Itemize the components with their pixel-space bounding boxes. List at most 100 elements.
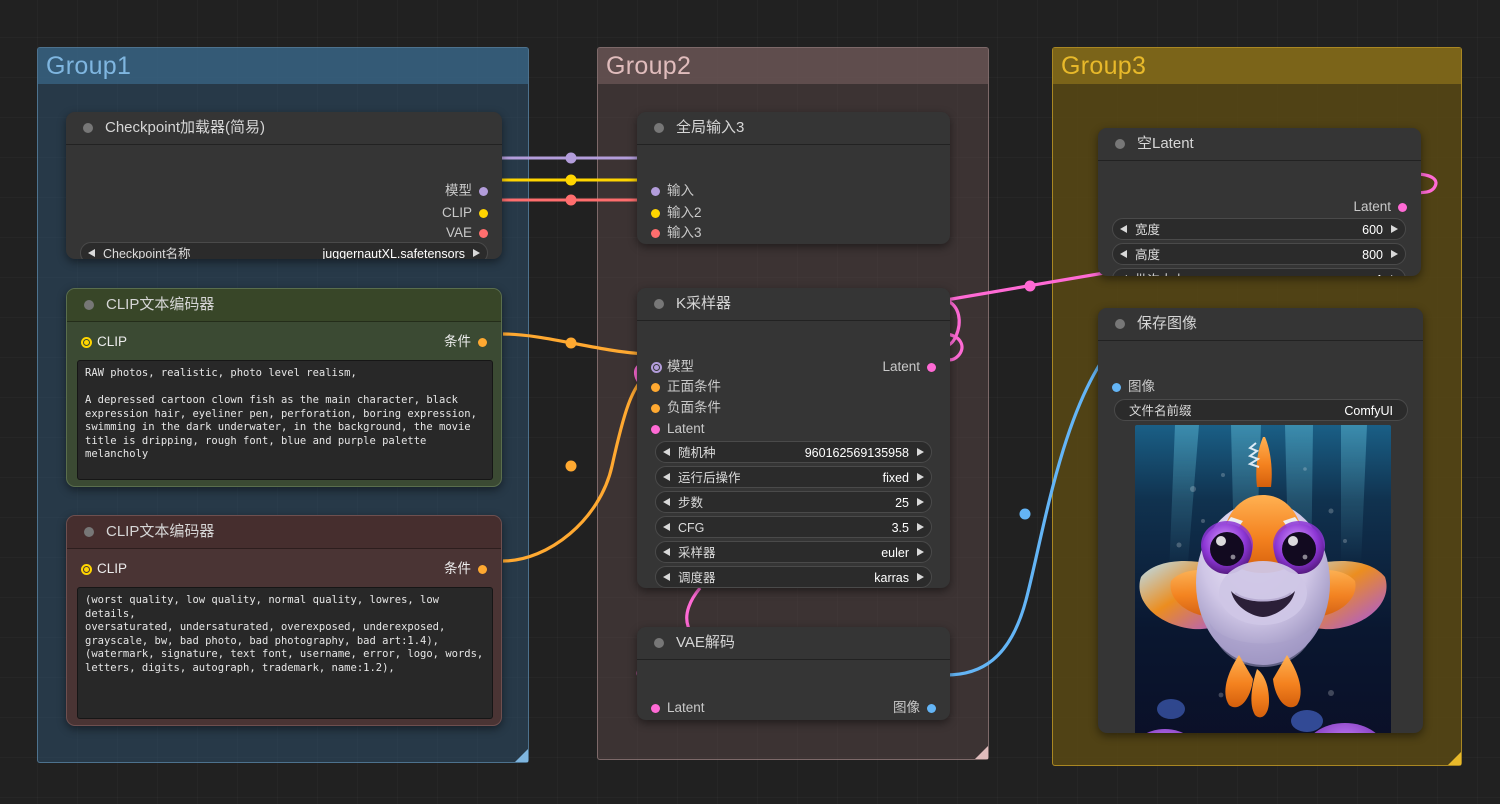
- collapse-dot-icon[interactable]: [83, 123, 93, 133]
- input-slot-latent[interactable]: Latent: [651, 698, 705, 718]
- output-dot-latent[interactable]: [1398, 202, 1407, 212]
- output-slot-conditioning[interactable]: 条件: [444, 332, 487, 352]
- input-dot-input1[interactable]: [651, 186, 660, 196]
- collapse-dot-icon[interactable]: [1115, 139, 1125, 149]
- input-dot-image[interactable]: [1112, 382, 1121, 392]
- chevron-left-icon[interactable]: [663, 523, 670, 531]
- chevron-left-icon[interactable]: [1120, 275, 1127, 276]
- node-header-checkpoint-loader[interactable]: Checkpoint加载器(简易): [66, 112, 502, 145]
- input-dot-clip[interactable]: [81, 563, 92, 575]
- output-dot-conditioning[interactable]: [478, 564, 487, 574]
- node-header-clip-negative[interactable]: CLIP文本编码器: [67, 516, 501, 549]
- chevron-left-icon[interactable]: [88, 249, 95, 257]
- output-dot-latent[interactable]: [927, 362, 936, 372]
- group-resize-handle-2[interactable]: [975, 746, 988, 759]
- chevron-left-icon[interactable]: [1120, 225, 1127, 233]
- chevron-right-icon[interactable]: [917, 448, 924, 456]
- widget-width[interactable]: 宽度 600: [1112, 218, 1406, 240]
- widget-height[interactable]: 高度 800: [1112, 243, 1406, 265]
- widget-scheduler[interactable]: 调度器 karras: [655, 566, 932, 588]
- input-dot-clip[interactable]: [81, 336, 92, 348]
- widget-filename-prefix[interactable]: 文件名前缀 ComfyUI: [1114, 399, 1408, 421]
- collapse-dot-icon[interactable]: [1115, 319, 1125, 329]
- widget-cfg[interactable]: CFG 3.5: [655, 516, 932, 538]
- output-dot-clip[interactable]: [479, 208, 488, 218]
- node-save-image[interactable]: 保存图像 图像 文件名前缀 ComfyUI: [1098, 308, 1423, 733]
- input-slot-image[interactable]: 图像: [1112, 377, 1155, 397]
- input-slot-clip[interactable]: CLIP: [81, 332, 127, 352]
- collapse-dot-icon[interactable]: [654, 123, 664, 133]
- chevron-right-icon[interactable]: [917, 473, 924, 481]
- input-slot-positive[interactable]: 正面条件: [651, 377, 721, 397]
- output-slot-vae[interactable]: VAE: [446, 223, 488, 243]
- widget-batch-size[interactable]: 批次大小 1: [1112, 268, 1406, 276]
- collapse-dot-icon[interactable]: [654, 638, 664, 648]
- node-clip-text-encode-negative[interactable]: CLIP文本编码器 CLIP 条件 (worst quality, low qu…: [66, 515, 502, 726]
- chevron-left-icon[interactable]: [663, 548, 670, 556]
- input-slot-input1[interactable]: 输入: [651, 181, 694, 201]
- group-resize-handle-1[interactable]: [515, 749, 528, 762]
- output-slot-clip[interactable]: CLIP: [442, 203, 488, 223]
- output-dot-vae[interactable]: [479, 228, 488, 238]
- chevron-left-icon[interactable]: [663, 448, 670, 456]
- chevron-right-icon[interactable]: [1391, 250, 1398, 258]
- node-clip-text-encode-positive[interactable]: CLIP文本编码器 CLIP 条件 RAW photos, realistic,…: [66, 288, 502, 487]
- chevron-right-icon[interactable]: [1391, 275, 1398, 276]
- chevron-right-icon[interactable]: [917, 523, 924, 531]
- input-slot-model[interactable]: 模型: [651, 357, 694, 377]
- input-dot-negative[interactable]: [651, 403, 660, 413]
- input-slot-negative[interactable]: 负面条件: [651, 398, 721, 418]
- output-slot-image[interactable]: 图像: [893, 698, 936, 718]
- graph-canvas[interactable]: Group1 Group2 Group3 Checkpoint加载器(简易) 模…: [0, 0, 1500, 804]
- textarea-positive-prompt[interactable]: RAW photos, realistic, photo level reali…: [77, 360, 493, 480]
- chevron-right-icon[interactable]: [473, 249, 480, 257]
- node-ksampler[interactable]: K采样器 模型 正面条件 负面条件 Latent Latent 随机种 9601…: [637, 288, 950, 588]
- output-slot-model[interactable]: 模型: [445, 181, 488, 201]
- node-header-clip-positive[interactable]: CLIP文本编码器: [67, 289, 501, 322]
- widget-sampler-name[interactable]: 采样器 euler: [655, 541, 932, 563]
- collapse-dot-icon[interactable]: [654, 299, 664, 309]
- widget-control-after-generate[interactable]: 运行后操作 fixed: [655, 466, 932, 488]
- input-dot-input2[interactable]: [651, 208, 660, 218]
- node-vae-decode[interactable]: VAE解码 Latent VAE 图像: [637, 627, 950, 720]
- group-resize-handle-3[interactable]: [1448, 752, 1461, 765]
- node-empty-latent-image[interactable]: 空Latent Latent 宽度 600 高度 800 批次大小: [1098, 128, 1421, 276]
- node-header-empty-latent[interactable]: 空Latent: [1098, 128, 1421, 161]
- input-dot-positive[interactable]: [651, 382, 660, 392]
- input-dot-input3[interactable]: [651, 228, 660, 238]
- input-slot-input3[interactable]: 输入3: [651, 223, 702, 243]
- widget-seed[interactable]: 随机种 960162569135958: [655, 441, 932, 463]
- image-preview[interactable]: [1135, 425, 1391, 733]
- input-dot-latent[interactable]: [651, 703, 660, 713]
- textarea-negative-prompt[interactable]: (worst quality, low quality, normal qual…: [77, 587, 493, 719]
- output-dot-image[interactable]: [927, 703, 936, 713]
- input-slot-vae[interactable]: VAE: [651, 718, 693, 720]
- input-slot-input2[interactable]: 输入2: [651, 203, 702, 223]
- output-dot-conditioning[interactable]: [478, 337, 487, 347]
- widget-checkpoint-name[interactable]: Checkpoint名称 juggernautXL.safetensors: [80, 242, 488, 259]
- node-header-global-input-3[interactable]: 全局输入3: [637, 112, 950, 145]
- chevron-right-icon[interactable]: [917, 573, 924, 581]
- node-header-save-image[interactable]: 保存图像: [1098, 308, 1423, 341]
- node-checkpoint-loader[interactable]: Checkpoint加载器(简易) 模型 CLIP VAE Checkpoint…: [66, 112, 502, 259]
- node-global-input-3[interactable]: 全局输入3 输入 输入2 输入3: [637, 112, 950, 244]
- input-slot-clip[interactable]: CLIP: [81, 559, 127, 579]
- input-dot-model[interactable]: [651, 361, 662, 373]
- node-header-ksampler[interactable]: K采样器: [637, 288, 950, 321]
- node-header-vae-decode[interactable]: VAE解码: [637, 627, 950, 660]
- chevron-left-icon[interactable]: [1120, 250, 1127, 258]
- chevron-right-icon[interactable]: [917, 548, 924, 556]
- chevron-left-icon[interactable]: [663, 473, 670, 481]
- chevron-left-icon[interactable]: [663, 498, 670, 506]
- chevron-left-icon[interactable]: [663, 573, 670, 581]
- output-slot-latent[interactable]: Latent: [882, 357, 936, 377]
- chevron-right-icon[interactable]: [917, 498, 924, 506]
- output-slot-latent[interactable]: Latent: [1353, 197, 1407, 217]
- widget-steps[interactable]: 步数 25: [655, 491, 932, 513]
- output-slot-conditioning[interactable]: 条件: [444, 559, 487, 579]
- input-slot-latent[interactable]: Latent: [651, 419, 705, 439]
- input-dot-latent[interactable]: [651, 424, 660, 434]
- collapse-dot-icon[interactable]: [84, 527, 94, 537]
- output-dot-model[interactable]: [479, 186, 488, 196]
- chevron-right-icon[interactable]: [1391, 225, 1398, 233]
